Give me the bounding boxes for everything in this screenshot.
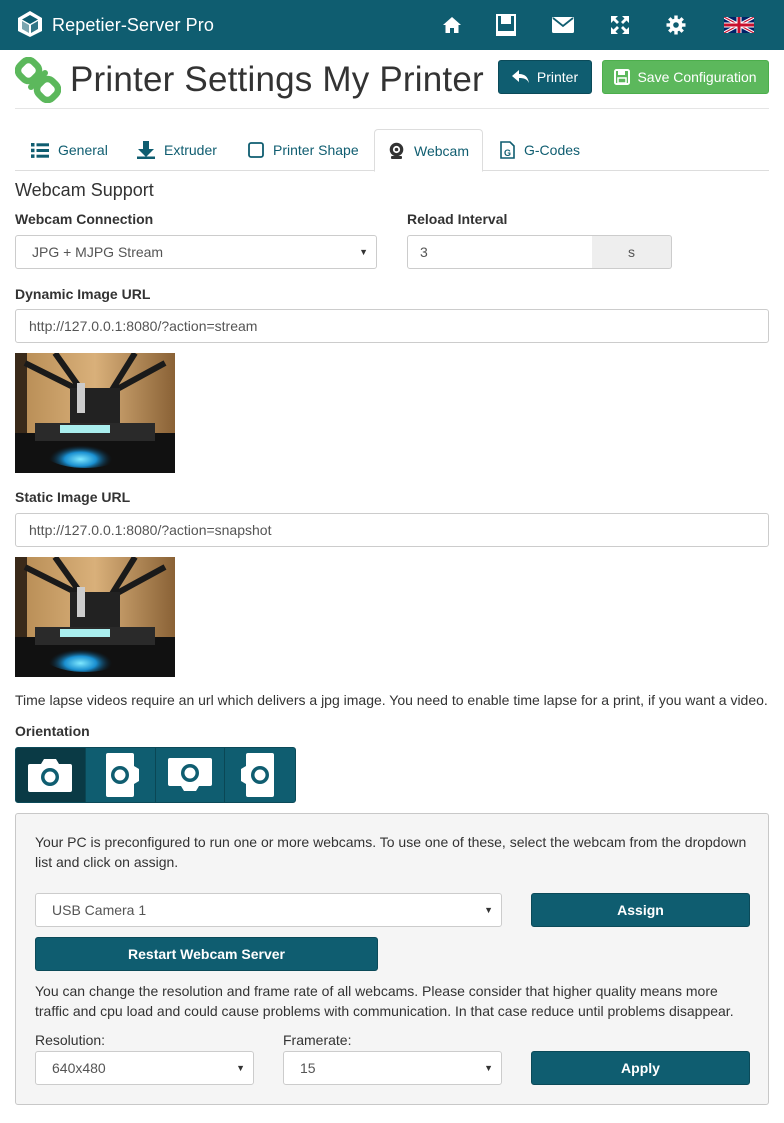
gcode-file-icon: G (500, 141, 515, 159)
navbar: Repetier-Server Pro (0, 0, 784, 50)
dynamic-image-url-value: http://127.0.0.1:8080/?action=stream (29, 318, 258, 334)
tab-general[interactable]: General (31, 129, 108, 171)
printer-button[interactable]: Printer (498, 60, 592, 94)
tab-webcam[interactable]: Webcam (374, 129, 483, 172)
orientation-0-button[interactable] (16, 748, 86, 802)
orientation-label: Orientation (15, 723, 90, 739)
resolution-select[interactable]: 640x480 ▼ (35, 1051, 254, 1085)
printer-button-label: Printer (536, 69, 579, 85)
tab-printer-shape-label: Printer Shape (273, 142, 359, 158)
timelapse-info-text: Time lapse videos require an url which d… (15, 692, 768, 708)
caret-down-icon: ▼ (359, 247, 368, 257)
app-title: Repetier-Server Pro (52, 14, 214, 35)
framerate-label: Framerate: (283, 1032, 352, 1048)
floppy-disk-icon (614, 69, 631, 85)
camera-rotated-90-icon (106, 753, 140, 797)
resolution-label: Resolution: (35, 1032, 106, 1048)
section-title: Webcam Support (15, 180, 154, 200)
link-chain-icon (14, 56, 62, 106)
reload-interval-unit: s (592, 235, 672, 269)
orientation-180-button[interactable] (156, 748, 226, 802)
download-arrow-icon (137, 141, 155, 159)
camera-rotated-180-icon (167, 758, 212, 791)
home-icon[interactable] (439, 12, 465, 38)
orientation-90-button[interactable] (86, 748, 156, 802)
gear-icon[interactable] (663, 12, 689, 38)
static-webcam-preview (15, 557, 175, 677)
apply-button[interactable]: Apply (531, 1051, 750, 1085)
book-icon[interactable] (493, 12, 519, 38)
tab-g-codes-label: G-Codes (524, 142, 581, 158)
apply-button-label: Apply (621, 1060, 660, 1076)
webcam-server-panel: Your PC is preconfigured to run one or m… (15, 813, 769, 1105)
camera-rotated-270-icon (241, 753, 275, 797)
orientation-270-button[interactable] (225, 748, 295, 802)
camera-select[interactable]: USB Camera 1 ▼ (35, 893, 502, 927)
preconfigured-info-text: Your PC is preconfigured to run one or m… (35, 834, 747, 870)
tab-printer-shape[interactable]: Printer Shape (248, 129, 359, 171)
fullscreen-icon[interactable] (607, 12, 633, 38)
uk-flag-icon[interactable] (723, 12, 755, 38)
reload-interval-label: Reload Interval (407, 211, 508, 227)
settings-tabs: General Extruder Printer Shape Webcam G … (15, 129, 769, 172)
tab-extruder[interactable]: Extruder (137, 129, 217, 171)
assign-button[interactable]: Assign (531, 893, 750, 927)
page-title: Printer Settings My Printer (70, 60, 484, 99)
list-icon (31, 142, 49, 158)
framerate-select[interactable]: 15 ▼ (283, 1051, 502, 1085)
square-icon (248, 142, 264, 158)
orientation-button-group (15, 747, 296, 803)
resolution-info-text: You can change the resolution and frame … (35, 983, 734, 1019)
webcam-connection-select[interactable]: JPG + MJPG Stream ▼ (15, 235, 377, 269)
reload-interval-value: 3 (420, 244, 428, 260)
caret-down-icon: ▼ (236, 1063, 245, 1073)
tab-webcam-label: Webcam (414, 142, 469, 159)
resolution-value: 640x480 (52, 1060, 106, 1076)
reload-interval-input[interactable]: 3 (407, 235, 593, 269)
tab-g-codes[interactable]: G G-Codes (500, 129, 580, 171)
tab-general-label: General (58, 142, 108, 158)
dynamic-image-url-label: Dynamic Image URL (15, 286, 151, 302)
static-image-url-label: Static Image URL (15, 489, 131, 505)
dynamic-webcam-preview (15, 353, 175, 473)
reply-arrow-icon (511, 70, 529, 83)
framerate-value: 15 (300, 1060, 316, 1076)
static-image-url-input[interactable]: http://127.0.0.1:8080/?action=snapshot (15, 513, 769, 547)
camera-icon (28, 759, 73, 792)
camera-select-value: USB Camera 1 (52, 902, 147, 918)
assign-button-label: Assign (617, 902, 664, 918)
restart-button-label: Restart Webcam Server (128, 946, 285, 962)
save-configuration-button[interactable]: Save Configuration (602, 60, 769, 94)
restart-webcam-server-button[interactable]: Restart Webcam Server (35, 937, 378, 971)
svg-text:G: G (504, 148, 511, 158)
webcam-connection-label: Webcam Connection (15, 211, 154, 227)
webcam-connection-value: JPG + MJPG Stream (32, 244, 164, 260)
save-button-label: Save Configuration (637, 69, 757, 85)
static-image-url-value: http://127.0.0.1:8080/?action=snapshot (29, 522, 272, 538)
caret-down-icon: ▼ (484, 1063, 493, 1073)
repetier-logo-icon (17, 10, 43, 41)
webcam-icon (389, 142, 404, 159)
dynamic-image-url-input[interactable]: http://127.0.0.1:8080/?action=stream (15, 309, 769, 343)
brand[interactable]: Repetier-Server Pro (17, 10, 214, 41)
caret-down-icon: ▼ (484, 905, 493, 915)
envelope-icon[interactable] (550, 12, 576, 38)
tab-extruder-label: Extruder (164, 142, 217, 158)
